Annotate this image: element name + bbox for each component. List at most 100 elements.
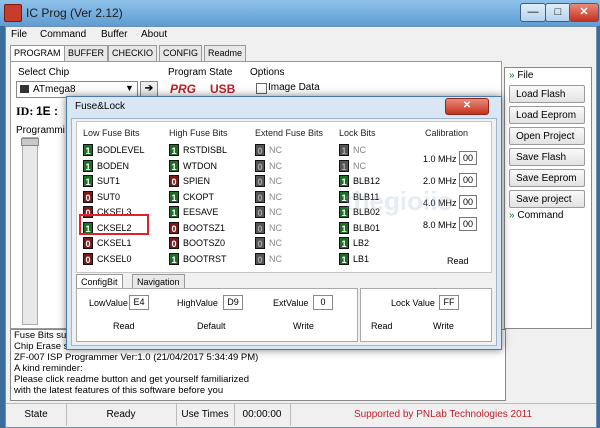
lock-value-label: Lock Value xyxy=(391,298,435,308)
fuse-bit-toggle[interactable]: 1 xyxy=(83,175,93,187)
high-fuse-column: 1 RSTDISBL 1 WTDON 0 SPIEN 1 CKOPT 1 EESAVE 0 BOOTS… xyxy=(169,144,249,265)
fuse-bit-toggle[interactable]: 1 xyxy=(169,159,179,172)
chip-icon xyxy=(20,85,29,93)
fuse-bit-toggle[interactable]: 0 xyxy=(169,221,179,234)
lock-write-button[interactable]: Write xyxy=(433,321,454,331)
fuse-bit-label: SUT1 xyxy=(97,176,121,186)
fuse-lock-dialog: Fuse&Lock ✕ Low Fuse Bits High Fuse Bits… xyxy=(66,96,502,350)
fuse-bit-label: SUT0 xyxy=(97,191,121,202)
menu-command[interactable]: Command xyxy=(40,29,86,40)
cal-label: 1.0 MHz xyxy=(423,154,457,164)
tab-buffer[interactable]: BUFFER xyxy=(64,45,108,61)
fuse-bit-toggle[interactable]: 0 xyxy=(169,237,179,249)
ext-value-label: ExtValue xyxy=(273,298,309,308)
fuse-bit-toggle[interactable]: 1 xyxy=(339,221,349,234)
dialog-close-button[interactable]: ✕ xyxy=(445,98,489,115)
close-button[interactable]: ✕ xyxy=(569,3,599,22)
log-line: Please click readme button and get yours… xyxy=(14,374,249,385)
open-project-button[interactable]: Open Project xyxy=(509,127,585,145)
side-menu: » File Load Flash Load Eeprom Open Proje… xyxy=(504,67,592,329)
fuse-bit-label: NC xyxy=(269,207,282,217)
high-value-field[interactable]: D9 xyxy=(223,295,243,310)
cal-read-button[interactable]: Read xyxy=(447,256,469,266)
read-button[interactable]: Read xyxy=(113,321,135,331)
minimize-button[interactable]: — xyxy=(520,3,546,22)
cal-value[interactable]: 00 xyxy=(459,173,477,187)
lock-values-panel: Lock Value FF Read Write xyxy=(360,288,492,342)
fuse-bit-toggle[interactable]: 1 xyxy=(339,144,349,156)
slider-handle[interactable] xyxy=(21,138,39,146)
low-fuse-header: Low Fuse Bits xyxy=(83,128,140,138)
tab-program[interactable]: PROGRAM xyxy=(10,45,65,62)
low-value-label: LowValue xyxy=(89,298,128,308)
fuse-bit-toggle[interactable]: 1 xyxy=(83,159,93,172)
dialog-body: Low Fuse Bits High Fuse Bits Extend Fuse… xyxy=(71,118,497,346)
ext-value-field[interactable]: 0 xyxy=(313,295,333,310)
image-data-checkbox[interactable] xyxy=(256,83,267,94)
log-line: with the latest features of this softwar… xyxy=(14,385,224,396)
fuse-bit-label: NC xyxy=(353,160,366,171)
low-value-field[interactable]: E4 xyxy=(129,295,149,310)
cal-value[interactable]: 00 xyxy=(459,217,477,231)
tab-config[interactable]: CONFIG xyxy=(159,45,202,61)
default-button[interactable]: Default xyxy=(197,321,226,331)
lock-read-button[interactable]: Read xyxy=(371,321,393,331)
menu-file[interactable]: File xyxy=(11,29,27,40)
fuse-bit-toggle[interactable]: 1 xyxy=(169,252,179,265)
lock-value-field[interactable]: FF xyxy=(439,295,459,310)
write-button[interactable]: Write xyxy=(293,321,314,331)
log-line: ZF-007 ISP Programmer Ver:1.0 (21/04/201… xyxy=(14,352,259,363)
fuse-bit-toggle[interactable]: 0 xyxy=(255,144,265,156)
side-file-header[interactable]: » File xyxy=(509,70,533,81)
fuse-bit-toggle[interactable]: 0 xyxy=(255,252,265,265)
chevron-down-icon: ▼ xyxy=(125,83,134,93)
cal-value[interactable]: 00 xyxy=(459,151,477,165)
load-flash-button[interactable]: Load Flash xyxy=(509,85,585,103)
fuse-bit-toggle[interactable]: 0 xyxy=(83,252,93,265)
fuse-bit-label: NC xyxy=(269,160,282,171)
tab-readme[interactable]: Readme xyxy=(204,45,247,61)
cal-value[interactable]: 00 xyxy=(459,195,477,209)
fuse-bit-toggle[interactable]: 1 xyxy=(339,237,349,249)
fuse-panel: Low Fuse Bits High Fuse Bits Extend Fuse… xyxy=(76,121,492,273)
tab-configbit[interactable]: ConfigBit xyxy=(76,274,123,289)
menu-about[interactable]: About xyxy=(141,29,167,40)
fuse-bit-toggle[interactable]: 0 xyxy=(255,221,265,234)
fuse-bit-toggle[interactable]: 0 xyxy=(255,159,265,172)
fuse-bit-toggle[interactable]: 1 xyxy=(339,159,349,172)
fuse-bit-toggle[interactable]: 0 xyxy=(255,175,265,187)
fuse-bit-label: NC xyxy=(269,191,282,202)
fuse-bit-toggle[interactable]: 1 xyxy=(339,252,349,265)
fuse-values-panel: LowValue E4 HighValue D9 ExtValue 0 Read… xyxy=(76,288,358,342)
fuse-bit-toggle[interactable]: 0 xyxy=(83,190,93,203)
maximize-button[interactable]: □ xyxy=(545,3,571,22)
tab-checkio[interactable]: CHECKIO xyxy=(108,45,158,61)
fuse-bit-toggle[interactable]: 0 xyxy=(255,237,265,249)
fuse-bit-label: EESAVE xyxy=(183,207,219,217)
save-project-button[interactable]: Save project xyxy=(509,190,585,208)
fuse-bit-toggle[interactable]: 1 xyxy=(169,144,179,156)
save-flash-button[interactable]: Save Flash xyxy=(509,148,585,166)
fuse-bit-toggle[interactable]: 1 xyxy=(169,190,179,203)
chip-select-value: ATmega8 xyxy=(33,84,76,95)
title-bar[interactable]: IC Prog (Ver 2.12) — □ ✕ xyxy=(0,0,600,26)
menu-buffer[interactable]: Buffer xyxy=(101,29,128,40)
fuse-bit-label: RSTDISBL xyxy=(183,145,228,155)
side-command-header[interactable]: » Command xyxy=(509,210,563,221)
fuse-bit-toggle[interactable]: 0 xyxy=(255,190,265,203)
fuse-bit-label: CKOPT xyxy=(183,191,215,202)
progress-slider[interactable] xyxy=(21,137,39,325)
support-text: Supported by PNLab Technologies 2011 xyxy=(353,409,533,420)
fuse-bit-toggle[interactable]: 1 xyxy=(169,206,179,218)
fuse-bit-toggle[interactable]: 0 xyxy=(255,206,265,218)
fuse-bit-label: BOOTSZ0 xyxy=(183,238,226,248)
fuse-bit-toggle[interactable]: 0 xyxy=(169,175,179,187)
save-eeprom-button[interactable]: Save Eeprom xyxy=(509,169,585,187)
load-eeprom-button[interactable]: Load Eeprom xyxy=(509,106,585,124)
fuse-bit-toggle[interactable]: 1 xyxy=(83,144,93,156)
lock-bits-header: Lock Bits xyxy=(339,128,376,138)
tab-navigation[interactable]: Navigation xyxy=(132,274,185,289)
status-bar: State Ready Use Times 00:00:00 Supported… xyxy=(6,403,596,426)
fuse-bit-toggle[interactable]: 0 xyxy=(83,237,93,249)
fuse-bit-label: BODLEVEL xyxy=(97,145,145,155)
